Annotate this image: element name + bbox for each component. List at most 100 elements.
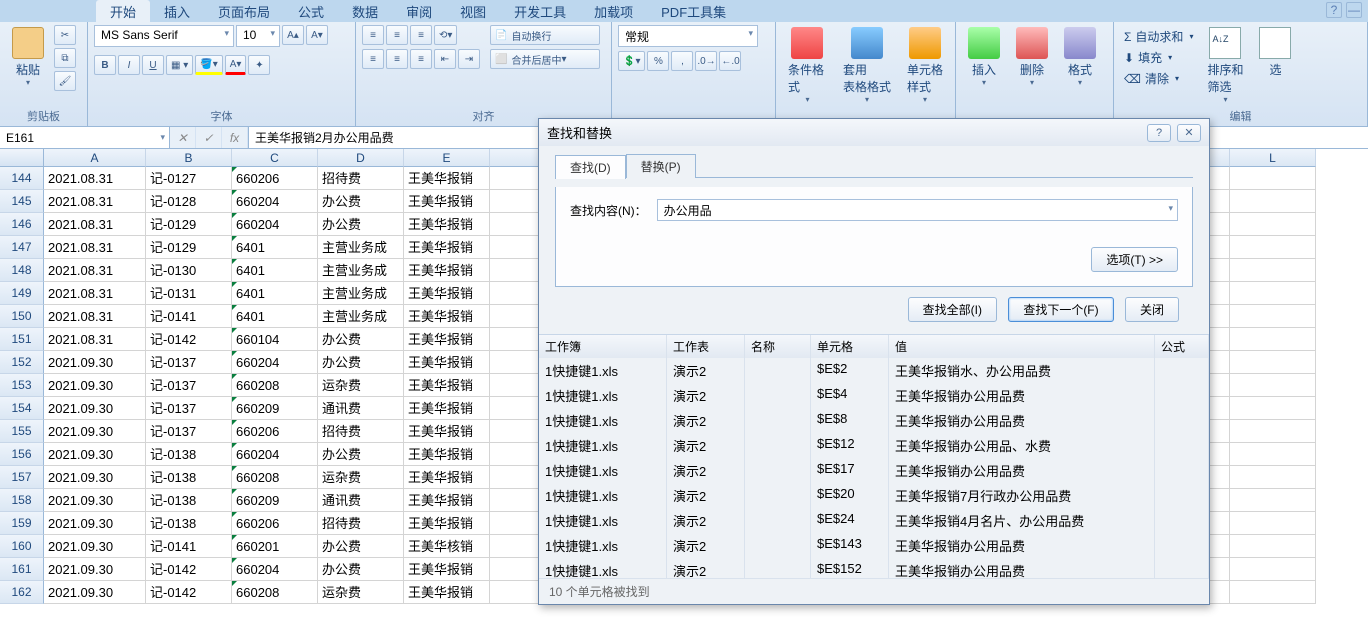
cell[interactable]: 王美华报销	[404, 558, 490, 581]
italic-button[interactable]: I	[118, 55, 140, 75]
cell[interactable]: 王美华报销	[404, 282, 490, 305]
cell[interactable]: 招待费	[318, 167, 404, 190]
row-header[interactable]: 144	[0, 167, 44, 190]
cell[interactable]	[1230, 535, 1316, 558]
cell[interactable]: 王美华报销	[404, 466, 490, 489]
cell[interactable]: 6401	[232, 305, 318, 328]
col-header-D[interactable]: D	[318, 149, 404, 167]
col-header-B[interactable]: B	[146, 149, 232, 167]
find-select-button[interactable]: 选	[1253, 25, 1297, 80]
close-button[interactable]: 关闭	[1125, 297, 1179, 322]
cell[interactable]: 2021.09.30	[44, 558, 146, 581]
cell[interactable]: 660209	[232, 397, 318, 420]
cell[interactable]: 660204	[232, 351, 318, 374]
col-header-A[interactable]: A	[44, 149, 146, 167]
cell[interactable]: 办公费	[318, 535, 404, 558]
cell[interactable]: 王美华报销	[404, 420, 490, 443]
cell[interactable]: 记-0138	[146, 512, 232, 535]
result-row[interactable]: 1快捷键1.xls演示2$E$17王美华报销办公用品费	[539, 458, 1209, 483]
cell[interactable]	[1230, 374, 1316, 397]
help-icon[interactable]: ?	[1326, 2, 1342, 18]
cell[interactable]: 王美华报销	[404, 581, 490, 604]
sort-filter-button[interactable]: 排序和 筛选▾	[1201, 25, 1249, 106]
options-button[interactable]: 选项(T) >>	[1091, 247, 1178, 272]
ribbon-tab-9[interactable]: PDF工具集	[647, 0, 740, 22]
cell[interactable]: 2021.09.30	[44, 443, 146, 466]
cell[interactable]: 办公费	[318, 351, 404, 374]
font-size-select[interactable]: 10	[236, 25, 280, 47]
align-bottom-icon[interactable]: ≡	[410, 25, 432, 45]
format-as-table-button[interactable]: 套用 表格格式▾	[837, 25, 897, 106]
row-header[interactable]: 162	[0, 581, 44, 604]
cell[interactable]: 660209	[232, 489, 318, 512]
currency-button[interactable]: 💲▾	[618, 51, 645, 71]
cell[interactable]: 660104	[232, 328, 318, 351]
format-cells-button[interactable]: 格式▾	[1058, 25, 1102, 89]
cell[interactable]: 记-0130	[146, 259, 232, 282]
row-header[interactable]: 161	[0, 558, 44, 581]
cell[interactable]: 2021.08.31	[44, 259, 146, 282]
wrap-text-button[interactable]: 📄 自动换行	[490, 25, 600, 45]
cell[interactable]: 660204	[232, 443, 318, 466]
cell[interactable]: 记-0142	[146, 581, 232, 604]
cell[interactable]: 记-0138	[146, 489, 232, 512]
cell[interactable]	[1230, 213, 1316, 236]
cell[interactable]: 660204	[232, 190, 318, 213]
find-all-button[interactable]: 查找全部(I)	[908, 297, 997, 322]
grow-font-icon[interactable]: A▴	[282, 25, 304, 45]
cell[interactable]: 王美华报销	[404, 328, 490, 351]
font-name-select[interactable]: MS Sans Serif	[94, 25, 234, 47]
cell[interactable]: 主营业务成	[318, 282, 404, 305]
cell[interactable]	[1230, 351, 1316, 374]
cell[interactable]: 2021.08.31	[44, 305, 146, 328]
paste-button[interactable]: 粘贴 ▾	[6, 25, 50, 89]
cell[interactable]: 记-0142	[146, 558, 232, 581]
col-header-C[interactable]: C	[232, 149, 318, 167]
cell[interactable]: 招待费	[318, 420, 404, 443]
percent-button[interactable]: %	[647, 51, 669, 71]
cell[interactable]: 660208	[232, 581, 318, 604]
align-left-icon[interactable]: ≡	[362, 49, 384, 69]
cell[interactable]: 主营业务成	[318, 259, 404, 282]
cell[interactable]: 王美华报销	[404, 305, 490, 328]
cell[interactable]: 记-0138	[146, 443, 232, 466]
cell-styles-button[interactable]: 单元格 样式▾	[901, 25, 949, 106]
cell[interactable]: 2021.08.31	[44, 328, 146, 351]
row-header[interactable]: 145	[0, 190, 44, 213]
cell[interactable]: 王美华报销	[404, 443, 490, 466]
increase-decimal-button[interactable]: .0→	[695, 51, 717, 71]
cell[interactable]: 660208	[232, 374, 318, 397]
cell[interactable]: 运杂费	[318, 581, 404, 604]
cell[interactable]	[1230, 489, 1316, 512]
cell[interactable]: 记-0127	[146, 167, 232, 190]
align-top-icon[interactable]: ≡	[362, 25, 384, 45]
orientation-icon[interactable]: ⟲▾	[434, 25, 457, 45]
cell[interactable]	[1230, 581, 1316, 604]
insert-cells-button[interactable]: 插入▾	[962, 25, 1006, 89]
row-header[interactable]: 146	[0, 213, 44, 236]
cell[interactable]: 记-0131	[146, 282, 232, 305]
cell[interactable]: 2021.09.30	[44, 397, 146, 420]
cell[interactable]: 通讯费	[318, 397, 404, 420]
fill-color-button[interactable]: 🪣▾	[195, 55, 222, 75]
cell[interactable]: 主营业务成	[318, 305, 404, 328]
cell[interactable]: 记-0142	[146, 328, 232, 351]
cell[interactable]: 记-0137	[146, 374, 232, 397]
cell[interactable]: 660201	[232, 535, 318, 558]
border-button[interactable]: ▦ ▾	[166, 55, 193, 75]
cell[interactable]: 记-0137	[146, 420, 232, 443]
ribbon-tab-2[interactable]: 页面布局	[204, 0, 284, 22]
cell[interactable]: 2021.09.30	[44, 420, 146, 443]
ribbon-tab-5[interactable]: 审阅	[392, 0, 446, 22]
row-header[interactable]: 148	[0, 259, 44, 282]
align-middle-icon[interactable]: ≡	[386, 25, 408, 45]
row-header[interactable]: 157	[0, 466, 44, 489]
cell[interactable]: 王美华报销	[404, 512, 490, 535]
cell[interactable]: 2021.09.30	[44, 351, 146, 374]
cell[interactable]: 王美华报销	[404, 167, 490, 190]
cell[interactable]: 王美华报销	[404, 374, 490, 397]
cut-icon[interactable]: ✂	[54, 25, 76, 45]
cell[interactable]: 主营业务成	[318, 236, 404, 259]
row-header[interactable]: 151	[0, 328, 44, 351]
row-header[interactable]: 153	[0, 374, 44, 397]
